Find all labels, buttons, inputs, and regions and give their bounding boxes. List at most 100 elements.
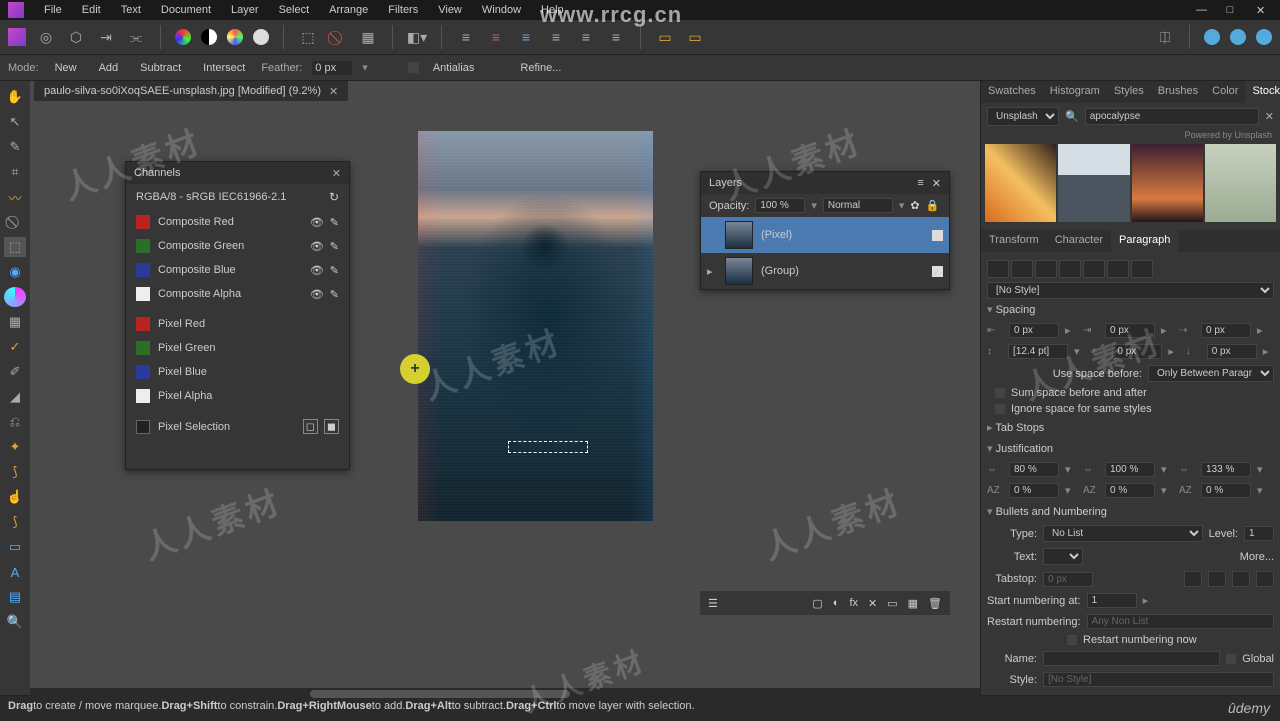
visibility-icon[interactable]: 👁: [310, 264, 324, 277]
mode-add[interactable]: Add: [93, 60, 125, 76]
mask1-icon[interactable]: ◻: [303, 419, 318, 434]
blend-mode-select[interactable]: [823, 198, 893, 213]
menu-text[interactable]: Text: [113, 2, 149, 18]
space-before-input[interactable]: [1112, 344, 1162, 359]
section-justification[interactable]: Justification: [987, 438, 1274, 459]
horizontal-scrollbar[interactable]: [30, 688, 980, 700]
layer-fx-icon[interactable]: ✿: [910, 199, 919, 212]
layer-blend-icon[interactable]: ☰: [708, 597, 718, 610]
canvas-image[interactable]: [418, 131, 653, 521]
tabalign2-icon[interactable]: [1208, 571, 1226, 587]
channel-row[interactable]: Pixel Blue: [126, 360, 349, 384]
just-des-input[interactable]: [1105, 462, 1155, 477]
visibility-icon[interactable]: 👁: [310, 288, 324, 301]
tb-stack2-icon[interactable]: ▭: [685, 27, 705, 47]
tb-assist3-icon[interactable]: [1256, 29, 1272, 45]
mode-new[interactable]: New: [49, 60, 83, 76]
channel-row[interactable]: Composite Red👁✎: [126, 210, 349, 234]
tb-snap-icon[interactable]: ⇥: [96, 27, 116, 47]
persona-icon[interactable]: [8, 28, 26, 46]
section-bullets[interactable]: Bullets and Numbering: [987, 501, 1274, 522]
tb-contrast-icon[interactable]: [201, 29, 217, 45]
tb-target-icon[interactable]: ◎: [36, 27, 56, 47]
window-minimize-icon[interactable]: —: [1188, 2, 1212, 19]
tool-lasso-icon[interactable]: ⃠: [4, 212, 26, 232]
tb-quickmask-icon[interactable]: ▦: [358, 27, 378, 47]
menu-document[interactable]: Document: [153, 2, 219, 18]
tab-color[interactable]: Color: [1205, 81, 1245, 103]
list-style-select[interactable]: [1043, 672, 1274, 687]
tabalign4-icon[interactable]: [1256, 571, 1274, 587]
tool-shape-icon[interactable]: ▭: [4, 537, 26, 557]
align-left-icon[interactable]: [987, 260, 1009, 278]
tb-assist2-icon[interactable]: [1230, 29, 1246, 45]
tab-transform[interactable]: Transform: [981, 230, 1047, 252]
tool-smudge-icon[interactable]: ☝: [4, 487, 26, 507]
tool-text-icon[interactable]: A: [4, 562, 26, 582]
refine-button[interactable]: Refine...: [514, 60, 567, 76]
stock-thumb[interactable]: [985, 144, 1056, 222]
menu-select[interactable]: Select: [271, 2, 318, 18]
edit-icon[interactable]: ✎: [330, 240, 339, 253]
tool-move-icon[interactable]: ↖: [4, 112, 26, 132]
antialias-checkbox[interactable]: [408, 62, 419, 73]
tool-pencil-icon[interactable]: ✐: [4, 362, 26, 382]
menu-edit[interactable]: Edit: [74, 2, 109, 18]
list-text-select[interactable]: [1043, 548, 1083, 565]
space-after-input[interactable]: [1207, 344, 1257, 359]
tb-share-icon[interactable]: ⫘: [126, 27, 146, 47]
start-numbering-input[interactable]: [1087, 593, 1137, 608]
menu-view[interactable]: View: [430, 2, 470, 18]
menu-file[interactable]: File: [36, 2, 70, 18]
tool-selection-brush-icon[interactable]: 〰: [4, 187, 26, 207]
tb-cube-icon[interactable]: ⬡: [66, 27, 86, 47]
tabalign3-icon[interactable]: [1232, 571, 1250, 587]
visibility-icon[interactable]: 👁: [310, 216, 324, 229]
stock-thumb[interactable]: [1205, 144, 1276, 222]
global-checkbox[interactable]: [1226, 654, 1236, 664]
layer-lock-icon[interactable]: 🔒: [926, 199, 940, 212]
tool-brush-icon[interactable]: ✓: [4, 337, 26, 357]
canvas-area[interactable]: paulo-silva-so0iXoqSAEE-unsplash.jpg [Mo…: [30, 81, 980, 695]
mode-intersect[interactable]: Intersect: [197, 60, 251, 76]
clear-search-icon[interactable]: ✕: [1265, 110, 1274, 123]
tb-bars4-icon[interactable]: ≡: [546, 27, 566, 47]
marquee-selection[interactable]: [508, 441, 588, 453]
layer-add-icon[interactable]: ▦: [908, 597, 918, 610]
section-tabstops[interactable]: Tab Stops: [987, 417, 1274, 438]
tab-paragraph[interactable]: Paragraph: [1111, 230, 1178, 252]
window-close-icon[interactable]: ✕: [1248, 2, 1272, 19]
tab-histogram[interactable]: Histogram: [1043, 81, 1107, 103]
tab-brushes[interactable]: Brushes: [1151, 81, 1205, 103]
layer-visible-checkbox[interactable]: ✓: [932, 266, 943, 277]
indent-left-input[interactable]: [1009, 323, 1059, 338]
tabstop-input[interactable]: [1043, 572, 1093, 587]
tb-align-icon[interactable]: ⎅: [1155, 27, 1175, 47]
tb-hue-icon[interactable]: [227, 29, 243, 45]
tool-gradient-icon[interactable]: [4, 287, 26, 307]
layer-row[interactable]: ▸ (Group)✓: [701, 253, 949, 289]
restart-numbering-select[interactable]: [1087, 614, 1274, 629]
tool-zoom-icon[interactable]: 🔍: [4, 612, 26, 632]
letter-max-input[interactable]: [1201, 483, 1251, 498]
stock-thumb[interactable]: [1058, 144, 1129, 222]
use-before-select[interactable]: Only Between Paragr: [1148, 365, 1274, 382]
tb-cancel-icon[interactable]: ⃠: [328, 27, 348, 47]
ignore-space-checkbox[interactable]: [995, 404, 1005, 414]
tb-colorwheel-icon[interactable]: [175, 29, 191, 45]
edit-icon[interactable]: ✎: [330, 264, 339, 277]
tabalign1-icon[interactable]: [1184, 571, 1202, 587]
tab-styles[interactable]: Styles: [1107, 81, 1151, 103]
edit-icon[interactable]: ✎: [330, 216, 339, 229]
tool-grid-icon[interactable]: ▦: [4, 312, 26, 332]
tool-hand-icon[interactable]: ✋: [4, 87, 26, 107]
opacity-input[interactable]: [755, 198, 805, 213]
section-spacing[interactable]: Spacing: [987, 299, 1274, 320]
tab-close-icon[interactable]: ✕: [329, 85, 338, 98]
tb-bars2-icon[interactable]: ≡: [486, 27, 506, 47]
leading-input[interactable]: [1008, 344, 1068, 359]
restart-now-checkbox[interactable]: [1067, 635, 1077, 645]
paragraph-style-select[interactable]: [No Style]: [987, 282, 1274, 299]
tb-bars3-icon[interactable]: ≡: [516, 27, 536, 47]
list-type-select[interactable]: No List: [1043, 525, 1203, 542]
